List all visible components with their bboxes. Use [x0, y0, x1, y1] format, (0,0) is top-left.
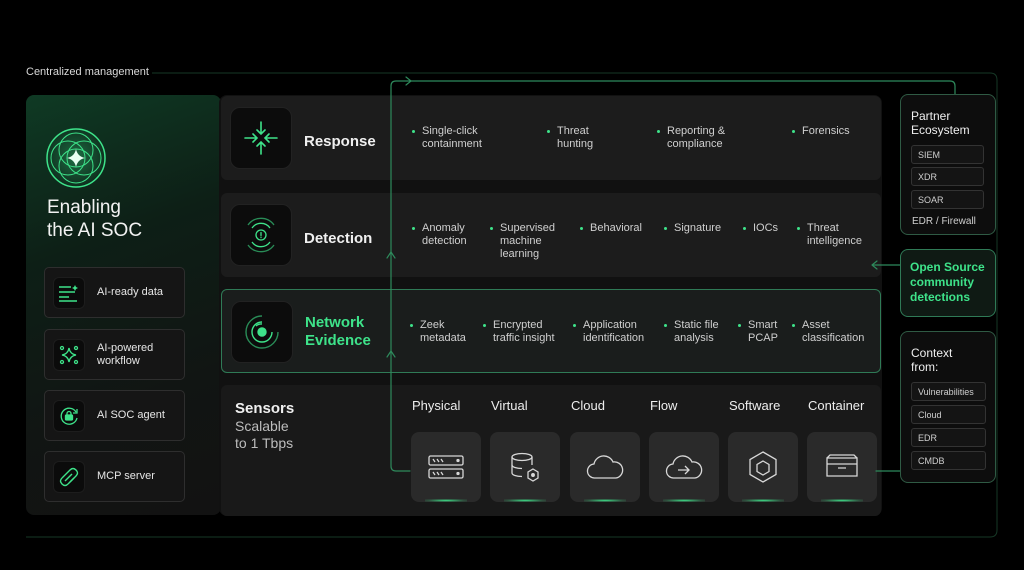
radar-alert-icon — [230, 204, 292, 266]
data-lines-icon — [53, 277, 85, 309]
left-item-mcp-server: MCP server — [44, 451, 185, 502]
sensor-label-flow: Flow — [650, 398, 678, 413]
network-item: Encrypted traffic insight — [483, 319, 568, 345]
network-item: Application identification — [573, 319, 663, 345]
context-item: Cloud — [911, 405, 986, 424]
left-item-label: AI-powered workflow — [97, 341, 154, 367]
response-item: Single-click containment — [412, 125, 512, 151]
sensor-label-virtual: Virtual — [491, 398, 528, 413]
network-item: Asset classification — [792, 319, 877, 345]
sensor-flow — [649, 432, 719, 502]
network-title-line1: Network — [305, 314, 365, 331]
left-item-ai-ready-data: AI-ready data — [44, 267, 185, 318]
sensor-virtual — [490, 432, 560, 502]
left-item-ai-soc-agent: AI SOC agent — [44, 390, 185, 441]
sensor-cloud — [570, 432, 640, 502]
sensors-title: Sensors — [235, 400, 295, 417]
sensor-container — [807, 432, 877, 502]
centralized-management-label: Centralized management — [26, 66, 149, 78]
sensors-subtitle-line2: to 1 Tbps — [235, 435, 294, 451]
open-source-line1: Open Source — [910, 260, 985, 274]
collapse-arrows-icon — [230, 107, 292, 169]
detection-item: Signature — [664, 222, 734, 235]
partner-title-line2: Ecosystem — [911, 123, 970, 137]
sensor-label-physical: Physical — [412, 398, 461, 413]
hero-title: Enabling the AI SOC — [47, 196, 207, 242]
network-item: Static file analysis — [664, 319, 734, 345]
signal-waves-icon — [231, 301, 293, 363]
network-title-line2: Evidence — [305, 332, 371, 349]
lock-cycle-icon — [53, 400, 85, 432]
sensor-label-software: Software — [729, 398, 781, 413]
context-item: CMDB — [911, 451, 986, 470]
left-item-label: AI SOC agent — [97, 409, 165, 421]
context-item: Vulnerabilities — [911, 382, 986, 401]
partner-ecosystem-card: Partner Ecosystem SIEM XDR SOAR EDR / Fi… — [900, 94, 996, 235]
cloud-arrow-icon — [665, 455, 703, 479]
container-box-icon — [826, 454, 858, 477]
hero-title-line1: Enabling — [47, 197, 121, 218]
open-source-text: Open Source community detections — [910, 260, 992, 305]
partner-item: SIEM — [911, 145, 984, 164]
partner-title-line1: Partner — [911, 109, 951, 123]
sensor-label-cloud: Cloud — [571, 398, 605, 413]
hexagon-cube-icon — [749, 451, 777, 483]
left-item-ai-powered-workflow: AI-powered workflow — [44, 329, 185, 380]
partner-footer: EDR / Firewall — [912, 216, 976, 227]
response-title: Response — [304, 133, 376, 150]
response-item: Forensics — [792, 125, 872, 138]
context-item: EDR — [911, 428, 986, 447]
link-chain-icon — [53, 461, 85, 493]
detection-item: Anomaly detection — [412, 222, 484, 248]
response-item: Reporting & compliance — [657, 125, 747, 151]
detection-item: Behavioral — [580, 222, 660, 235]
database-hex-icon — [511, 452, 539, 482]
ai-soc-logo-icon — [44, 126, 108, 190]
open-source-line2: community — [910, 275, 975, 289]
network-evidence-title: Network Evidence — [305, 314, 371, 350]
left-item-label: AI-ready data — [97, 286, 164, 298]
detection-item: Supervised machine learning — [490, 222, 570, 261]
network-item: Smart PCAP — [738, 319, 788, 345]
cloud-icon — [586, 455, 624, 479]
sparkle-network-icon — [53, 339, 85, 371]
context-title: Context from: — [911, 346, 952, 374]
open-source-line3: detections — [910, 290, 971, 304]
response-item: Threat hunting — [547, 125, 617, 151]
sensor-physical — [411, 432, 481, 502]
detection-title: Detection — [304, 230, 373, 247]
context-card: Context from: Vulnerabilities Cloud EDR … — [900, 331, 996, 483]
partner-item: XDR — [911, 167, 984, 186]
context-title-line2: from: — [911, 360, 939, 374]
partner-title: Partner Ecosystem — [911, 109, 970, 137]
partner-item: SOAR — [911, 190, 984, 209]
sensors-subtitle-line1: Scalable — [235, 418, 289, 434]
sensor-label-container: Container — [808, 398, 865, 413]
sensors-subtitle: Scalable to 1 Tbps — [235, 418, 325, 452]
sensor-software — [728, 432, 798, 502]
detection-item: Threat intelligence — [797, 222, 877, 248]
detection-item: IOCs — [743, 222, 788, 235]
hero-title-line2: the AI SOC — [47, 220, 143, 241]
server-rack-icon — [428, 455, 464, 479]
network-item: Zeek metadata — [410, 319, 480, 345]
context-title-line1: Context — [911, 346, 953, 360]
left-item-label: MCP server — [97, 470, 155, 482]
